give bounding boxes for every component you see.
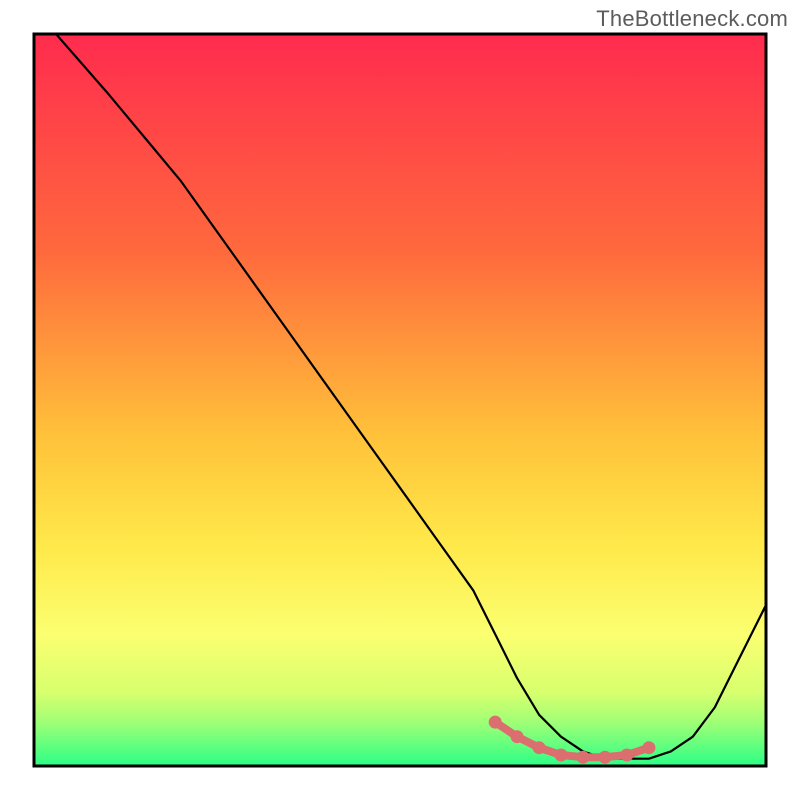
- low-region-dot: [599, 751, 612, 764]
- chart-stage: TheBottleneck.com: [0, 0, 800, 800]
- plot-background: [34, 34, 766, 766]
- low-region-dot: [511, 730, 524, 743]
- low-region-dot: [620, 749, 633, 762]
- low-region-dot: [642, 741, 655, 754]
- bottleneck-chart: [0, 0, 800, 800]
- low-region-dot: [577, 751, 590, 764]
- low-region-dot: [555, 749, 568, 762]
- watermark-text: TheBottleneck.com: [596, 6, 788, 32]
- low-region-dot: [533, 741, 546, 754]
- low-region-dot: [489, 716, 502, 729]
